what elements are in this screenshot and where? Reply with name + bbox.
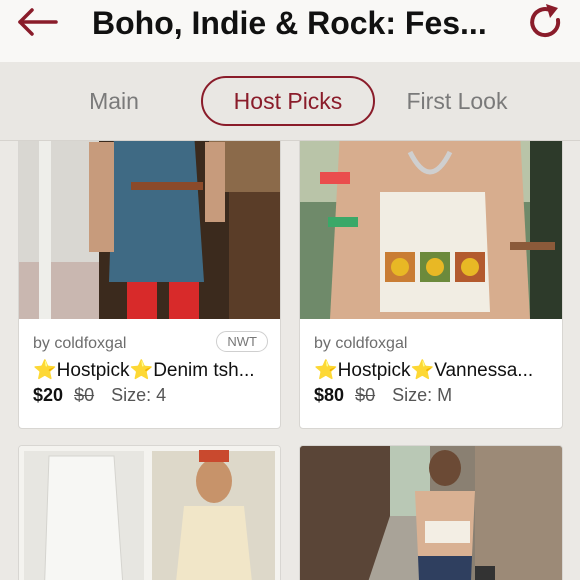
star-icon: ⭐	[410, 360, 435, 381]
price: $80	[314, 385, 345, 405]
price-row: $80 $0 Size: M	[314, 385, 452, 406]
listing-title-text: Denim tsh...	[153, 360, 255, 381]
original-price: $0	[355, 385, 376, 405]
listing-title[interactable]: ⭐Hostpick⭐Denim tsh...	[33, 358, 269, 384]
arrow-left-icon	[18, 8, 58, 36]
listing-card[interactable]: by coldfoxgal NWT ⭐Hostpick⭐Denim tsh...…	[18, 141, 281, 429]
size-label: Size: 4	[111, 385, 167, 405]
nwt-badge: NWT	[216, 331, 268, 352]
listing-title[interactable]: ⭐Hostpick⭐Vannessa...	[314, 358, 550, 384]
refresh-button[interactable]	[526, 2, 566, 42]
listing-photo[interactable]	[19, 446, 280, 580]
star-icon: ⭐	[129, 360, 154, 381]
star-icon: ⭐	[314, 360, 338, 381]
tab-main[interactable]: Main	[64, 76, 164, 126]
tab-host-picks[interactable]: Host Picks	[201, 76, 375, 126]
listing-title-tag: Hostpick	[337, 360, 411, 381]
listing-card[interactable]	[299, 445, 563, 580]
listing-title-text: Vannessa...	[434, 360, 534, 381]
listing-photo[interactable]	[19, 141, 280, 319]
price-row: $20 $0 Size: 4	[33, 385, 166, 406]
listing-title-tag: Hostpick	[56, 360, 130, 381]
tab-bar: Main Host Picks First Look	[0, 62, 580, 141]
listing-card[interactable]	[18, 445, 281, 580]
original-price: $0	[74, 385, 95, 405]
page-title: Boho, Indie & Rock: Fes...	[92, 5, 487, 41]
seller-name[interactable]: by coldfoxgal	[33, 335, 126, 353]
listing-photo[interactable]	[300, 446, 562, 580]
seller-name[interactable]: by coldfoxgal	[314, 335, 407, 353]
size-label: Size: M	[392, 385, 453, 405]
listing-photo[interactable]	[300, 141, 562, 319]
price: $20	[33, 385, 64, 405]
star-icon: ⭐	[33, 360, 57, 381]
listing-grid: by coldfoxgal NWT ⭐Hostpick⭐Denim tsh...…	[0, 141, 580, 580]
refresh-icon	[530, 4, 561, 38]
header-bar: Boho, Indie & Rock: Fes...	[0, 0, 580, 63]
back-button[interactable]	[16, 8, 60, 36]
listing-card[interactable]: by coldfoxgal ⭐Hostpick⭐Vannessa... $80 …	[299, 141, 563, 429]
tab-first-look[interactable]: First Look	[392, 76, 522, 126]
